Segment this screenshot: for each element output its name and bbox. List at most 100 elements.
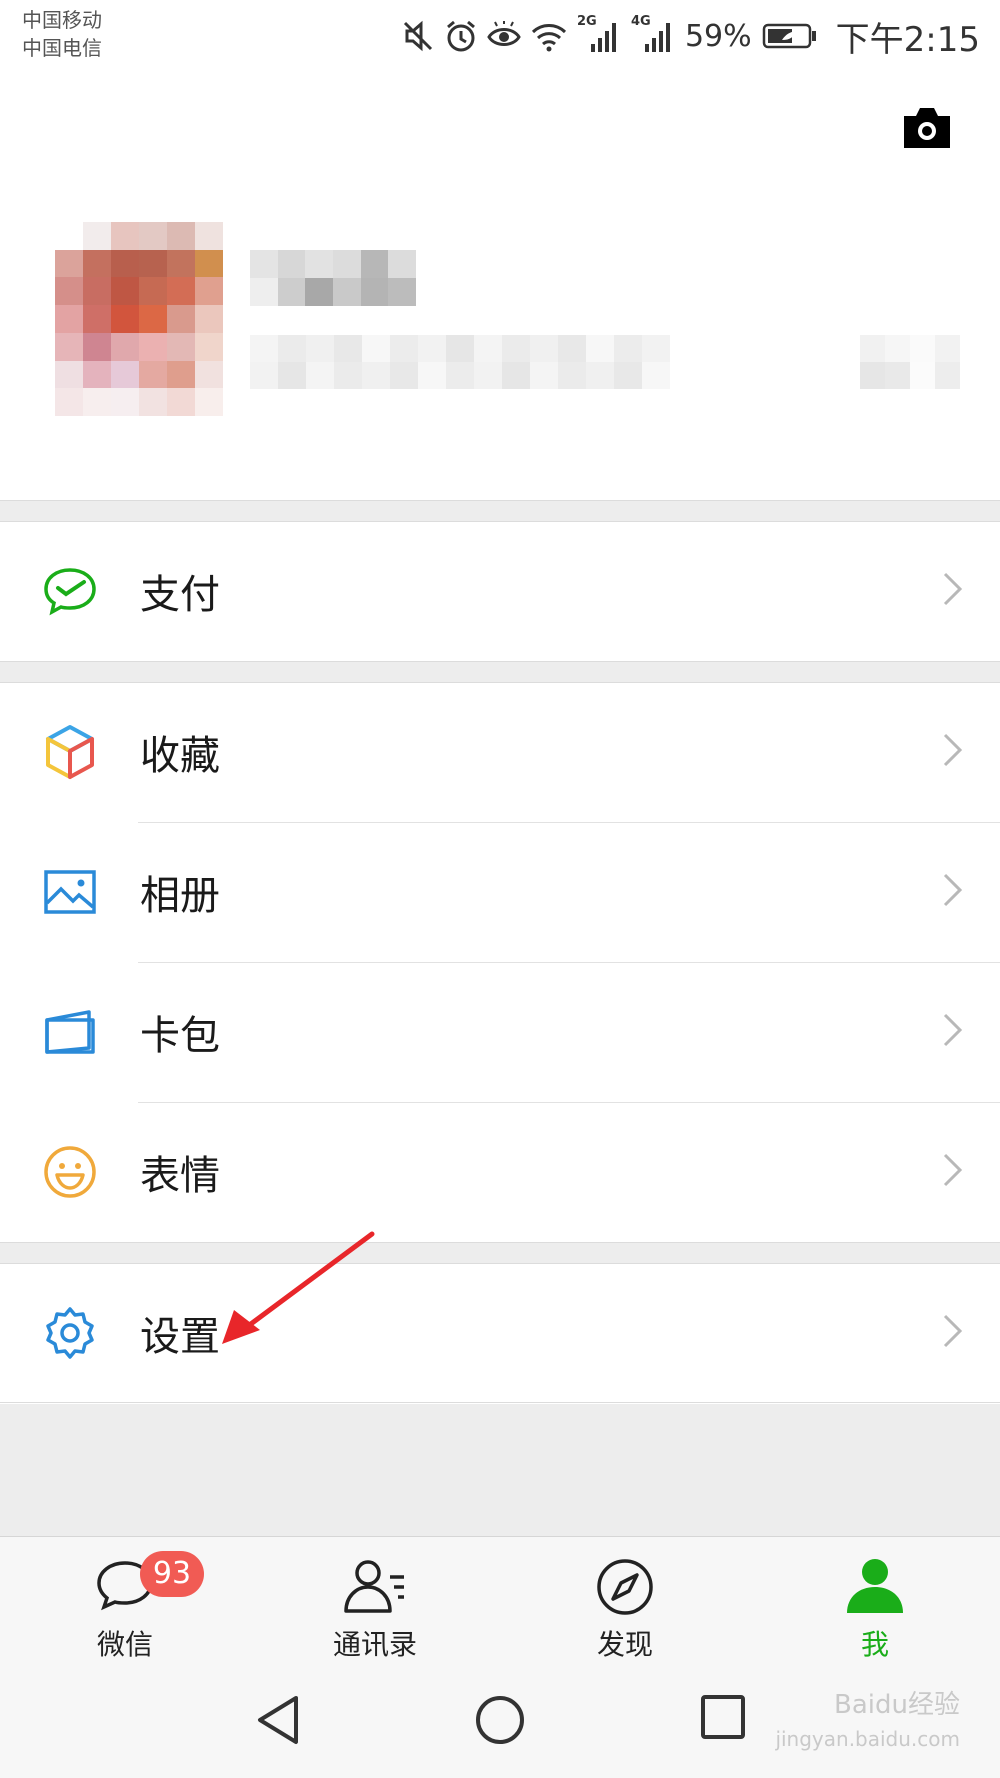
blur-pixel bbox=[305, 250, 333, 278]
tab-label-contacts: 通讯录 bbox=[332, 1628, 417, 1661]
blur-pixel bbox=[474, 362, 502, 389]
menu-item-settings[interactable]: 设置 bbox=[0, 1264, 1000, 1402]
menu-item-cards[interactable]: 卡包 bbox=[0, 963, 1000, 1101]
picture-icon bbox=[42, 864, 98, 920]
blur-pixel bbox=[278, 335, 306, 362]
blur-pixel bbox=[586, 335, 614, 362]
menu-item-album[interactable]: 相册 bbox=[0, 823, 1000, 961]
blur-pixel bbox=[139, 277, 167, 306]
carrier-label-2: 中国电信 bbox=[22, 36, 102, 60]
carrier-label-1: 中国移动 bbox=[22, 8, 102, 32]
section-border bbox=[0, 1402, 1000, 1403]
blur-pixel bbox=[139, 332, 167, 361]
menu-item-favorites[interactable]: 收藏 bbox=[0, 683, 1000, 821]
tab-discover[interactable]: 发现 bbox=[500, 1537, 750, 1665]
blur-pixel bbox=[139, 360, 167, 389]
tab-me[interactable]: 我 bbox=[750, 1537, 1000, 1665]
back-icon[interactable] bbox=[254, 1694, 302, 1750]
blur-pixel bbox=[390, 362, 418, 389]
blur-pixel bbox=[55, 222, 83, 250]
person-icon bbox=[845, 1557, 905, 1619]
blur-pixel bbox=[83, 305, 111, 333]
empty-area bbox=[0, 1404, 1000, 1536]
blur-pixel bbox=[83, 360, 111, 389]
blur-pixel bbox=[530, 335, 558, 362]
blur-pixel bbox=[362, 362, 390, 389]
blur-pixel bbox=[277, 278, 306, 306]
qr-code-blurred[interactable] bbox=[860, 335, 960, 389]
contacts-icon bbox=[342, 1557, 408, 1619]
blur-pixel bbox=[167, 305, 195, 333]
unread-badge: 93 bbox=[140, 1551, 204, 1597]
blur-pixel bbox=[83, 222, 111, 250]
clock: 下午2:15 bbox=[835, 19, 980, 60]
cube-icon bbox=[42, 724, 98, 780]
blur-pixel bbox=[910, 335, 935, 362]
avatar[interactable] bbox=[55, 222, 223, 416]
blur-pixel bbox=[278, 362, 306, 389]
blur-pixel bbox=[935, 335, 960, 362]
blur-pixel bbox=[860, 335, 885, 362]
blur-pixel bbox=[55, 305, 83, 333]
blur-pixel bbox=[111, 249, 139, 278]
menu-label-favorites: 收藏 bbox=[140, 733, 220, 779]
wechat-id-blurred bbox=[250, 335, 670, 389]
card-icon bbox=[42, 1004, 98, 1060]
blur-pixel bbox=[167, 222, 195, 250]
blur-pixel bbox=[139, 388, 167, 416]
blur-pixel bbox=[586, 362, 614, 389]
chevron-right-icon bbox=[942, 1152, 964, 1192]
blur-pixel bbox=[250, 362, 278, 389]
blur-pixel bbox=[910, 362, 935, 389]
smile-icon bbox=[42, 1144, 98, 1200]
blur-pixel bbox=[305, 278, 333, 306]
blur-pixel bbox=[139, 222, 167, 250]
mute-icon bbox=[401, 19, 435, 53]
tab-contacts[interactable]: 通讯录 bbox=[250, 1537, 500, 1665]
blur-pixel bbox=[167, 388, 195, 416]
blur-pixel bbox=[195, 388, 223, 416]
status-icons: 2G 4G 59% 下午2:15 bbox=[401, 14, 980, 60]
tab-chats[interactable]: 93 微信 bbox=[0, 1537, 250, 1665]
blur-pixel bbox=[935, 362, 960, 389]
blur-pixel bbox=[111, 388, 139, 416]
blur-pixel bbox=[334, 362, 362, 389]
wifi-icon bbox=[531, 20, 567, 52]
blur-pixel bbox=[250, 250, 278, 278]
camera-icon[interactable] bbox=[900, 106, 954, 154]
blur-pixel bbox=[195, 249, 223, 278]
system-navbar: Baidu经验 jingyan.baidu.com bbox=[0, 1664, 1000, 1778]
tab-label-chats: 微信 bbox=[96, 1628, 153, 1661]
chevron-right-icon bbox=[942, 732, 964, 772]
blur-pixel bbox=[111, 277, 139, 306]
menu-item-pay[interactable]: 支付 bbox=[0, 522, 1000, 660]
blur-pixel bbox=[111, 305, 139, 333]
chevron-right-icon bbox=[942, 1012, 964, 1052]
blur-pixel bbox=[195, 277, 223, 306]
menu-item-stickers[interactable]: 表情 bbox=[0, 1103, 1000, 1241]
blur-pixel bbox=[388, 278, 416, 306]
blur-pixel bbox=[167, 332, 195, 361]
blur-pixel bbox=[642, 335, 670, 362]
blur-pixel bbox=[418, 362, 446, 389]
recents-icon[interactable] bbox=[700, 1694, 746, 1744]
blur-pixel bbox=[195, 360, 223, 389]
blur-pixel bbox=[195, 305, 223, 333]
tab-label-me: 我 bbox=[860, 1628, 889, 1661]
blur-pixel bbox=[558, 362, 586, 389]
menu-label-album: 相册 bbox=[140, 873, 220, 919]
blur-pixel bbox=[167, 277, 195, 306]
blur-pixel bbox=[418, 335, 446, 362]
blur-pixel bbox=[446, 335, 474, 362]
blur-pixel bbox=[55, 249, 83, 278]
home-icon[interactable] bbox=[474, 1694, 526, 1750]
blur-pixel bbox=[167, 360, 195, 389]
watermark: Baidu经验 jingyan.baidu.com bbox=[775, 1688, 960, 1756]
blur-pixel bbox=[860, 362, 885, 389]
blur-pixel bbox=[83, 277, 111, 306]
blur-pixel bbox=[530, 362, 558, 389]
blur-pixel bbox=[139, 305, 167, 333]
blur-pixel bbox=[83, 332, 111, 361]
blur-pixel bbox=[502, 362, 530, 389]
blur-pixel bbox=[334, 335, 362, 362]
